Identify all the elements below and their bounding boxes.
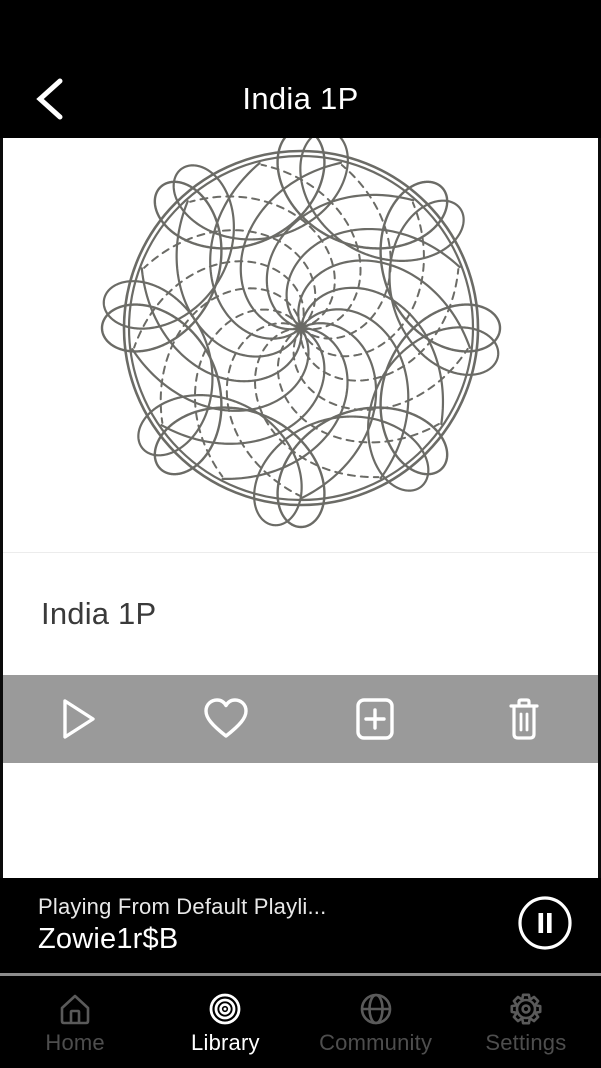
nav-label-community: Community — [319, 1030, 433, 1055]
pause-circle-icon — [516, 894, 574, 957]
item-title: India 1P — [41, 596, 157, 631]
now-playing-text: Playing From Default Playli... Zowie1r$B — [38, 894, 326, 957]
nav-item-community[interactable]: Community — [301, 980, 451, 1068]
nav-label-home: Home — [45, 1030, 105, 1055]
plus-box-icon — [353, 695, 397, 743]
pause-button[interactable] — [515, 896, 575, 956]
nav-item-settings[interactable]: Settings — [451, 980, 601, 1068]
heart-icon — [202, 696, 250, 742]
now-playing-bar[interactable]: Playing From Default Playli... Zowie1r$B — [0, 878, 601, 973]
action-bar — [3, 675, 598, 763]
favorite-button[interactable] — [152, 675, 301, 763]
now-playing-source: Playing From Default Playli... — [38, 893, 327, 919]
add-to-playlist-button[interactable] — [301, 675, 450, 763]
chevron-left-icon — [31, 75, 71, 123]
app-header: India 1P — [0, 0, 601, 138]
target-icon — [207, 992, 243, 1026]
content-panel: India 1P — [0, 138, 601, 878]
spirograph-artwork — [100, 138, 501, 529]
nav-item-home[interactable]: Home — [0, 980, 150, 1068]
delete-button[interactable] — [449, 675, 598, 763]
nav-item-library[interactable]: Library — [150, 980, 300, 1068]
nav-label-library: Library — [191, 1030, 260, 1055]
play-icon — [56, 696, 98, 742]
gear-icon — [508, 992, 544, 1026]
item-title-row: India 1P — [3, 553, 598, 675]
play-button[interactable] — [3, 675, 152, 763]
app-screen: India 1P India 1P Playing From Default P… — [0, 0, 601, 1068]
page-title: India 1P — [242, 81, 359, 116]
nav-label-settings: Settings — [485, 1030, 567, 1055]
artwork-area[interactable] — [3, 138, 598, 553]
bottom-navigation: Home Library Community Settings — [0, 976, 601, 1068]
now-playing-track: Zowie1r$B — [38, 923, 179, 956]
trash-icon — [503, 695, 545, 743]
home-icon — [57, 992, 93, 1026]
globe-icon — [358, 992, 394, 1026]
content-filler — [3, 763, 598, 878]
header-inner: India 1P — [0, 60, 601, 138]
back-button[interactable] — [24, 72, 78, 126]
